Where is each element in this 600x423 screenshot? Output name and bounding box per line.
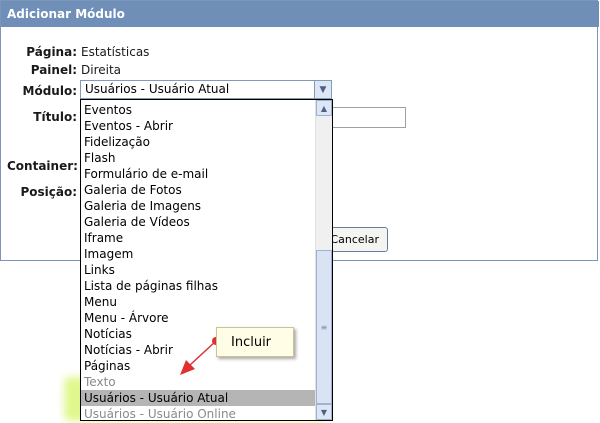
pointer-arrow-icon	[180, 337, 220, 375]
incluir-callout: Incluir	[216, 327, 294, 357]
